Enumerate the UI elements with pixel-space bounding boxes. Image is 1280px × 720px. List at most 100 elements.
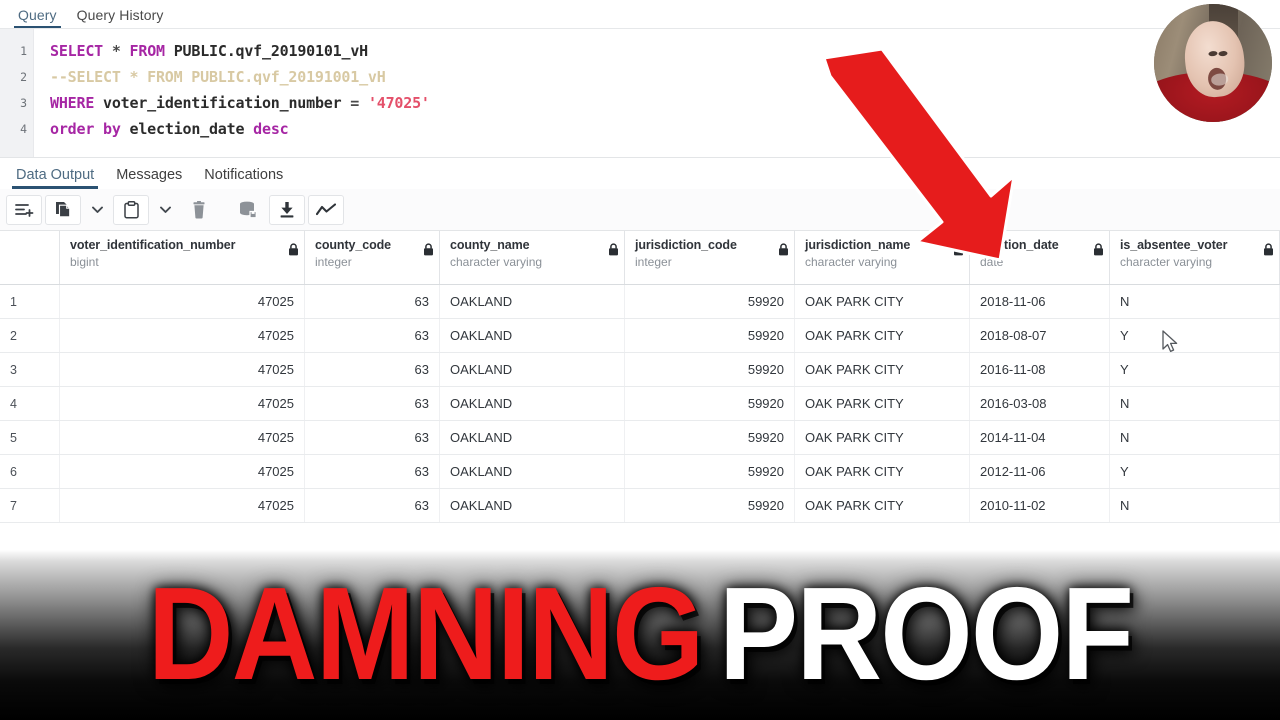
cell-county_name[interactable]: OAKLAND: [440, 455, 625, 488]
cell-voter_identification_number[interactable]: 47025: [60, 455, 305, 488]
cell-election_date[interactable]: 2016-03-08: [970, 387, 1110, 420]
column-name: county_code: [315, 238, 391, 252]
tab-query[interactable]: Query: [12, 5, 71, 28]
cell-jurisdiction_code[interactable]: 59920: [625, 455, 795, 488]
cell-jurisdiction_name[interactable]: OAK PARK CITY: [795, 455, 970, 488]
cell-jurisdiction_code[interactable]: 59920: [625, 489, 795, 522]
column-name: is_absentee_voter: [1120, 238, 1228, 252]
cell-voter_identification_number[interactable]: 47025: [60, 319, 305, 352]
row-number: 5: [0, 421, 60, 454]
cell-jurisdiction_code[interactable]: 59920: [625, 353, 795, 386]
cell-county_name[interactable]: OAKLAND: [440, 285, 625, 318]
sql-line: WHERE voter_identification_number = '470…: [50, 90, 1280, 116]
cell-jurisdiction_code[interactable]: 59920: [625, 285, 795, 318]
table-row[interactable]: 7 47025 63 OAKLAND 59920 OAK PARK CITY 2010-11…: [0, 489, 1280, 523]
cell-election_date[interactable]: 2010-11-02: [970, 489, 1110, 522]
cell-voter_identification_number[interactable]: 47025: [60, 489, 305, 522]
cell-is_absentee_voter[interactable]: N: [1110, 387, 1280, 420]
cell-is_absentee_voter[interactable]: N: [1110, 285, 1280, 318]
sql-token: election_date: [129, 120, 245, 138]
table-row[interactable]: 1 47025 63 OAKLAND 59920 OAK PARK CITY 2018-11…: [0, 285, 1280, 319]
cell-election_date[interactable]: 2018-08-07: [970, 319, 1110, 352]
column-name: jurisdiction_code: [635, 238, 737, 252]
copy-chevron-icon[interactable]: [84, 195, 110, 225]
cell-voter_identification_number[interactable]: 47025: [60, 285, 305, 318]
grid-header-cell-county_name[interactable]: county_name character varying: [440, 231, 625, 284]
cell-jurisdiction_code[interactable]: 59920: [625, 421, 795, 454]
banner-word-damning: DAMNING: [147, 560, 705, 707]
banner-word-proof: PROOF: [718, 560, 1134, 707]
cell-county_code[interactable]: 63: [305, 319, 440, 352]
cell-jurisdiction_code[interactable]: 59920: [625, 387, 795, 420]
cell-county_code[interactable]: 63: [305, 387, 440, 420]
cell-voter_identification_number[interactable]: 47025: [60, 421, 305, 454]
sql-line: --SELECT * FROM PUBLIC.qvf_20191001_vH: [50, 64, 1280, 90]
download-icon[interactable]: [269, 194, 305, 225]
result-grid[interactable]: voter_identification_number bigint county_…: [0, 231, 1280, 523]
table-row[interactable]: 3 47025 63 OAKLAND 59920 OAK PARK CITY 2016-11…: [0, 353, 1280, 387]
tab-messages[interactable]: Messages: [110, 164, 198, 189]
copy-icon[interactable]: [45, 194, 81, 225]
cell-jurisdiction_name[interactable]: OAK PARK CITY: [795, 353, 970, 386]
cell-is_absentee_voter[interactable]: N: [1110, 421, 1280, 454]
save-data-icon[interactable]: [230, 195, 266, 225]
tab-query-history[interactable]: Query History: [71, 5, 178, 28]
tab-data-output[interactable]: Data Output: [10, 164, 110, 189]
row-number: 4: [0, 387, 60, 420]
grid-header-cell-county_code[interactable]: county_codeinteger: [305, 231, 440, 284]
paste-icon[interactable]: [113, 194, 149, 225]
cell-is_absentee_voter[interactable]: N: [1110, 489, 1280, 522]
cell-is_absentee_voter[interactable]: Y: [1110, 455, 1280, 488]
cell-election_date[interactable]: 2018-11-06: [970, 285, 1110, 318]
cell-county_code[interactable]: 63: [305, 489, 440, 522]
tab-notifications[interactable]: Notifications: [198, 164, 299, 189]
grid-header-cell-jurisdiction_code[interactable]: jurisdiction_codeinteger: [625, 231, 795, 284]
sql-code-area[interactable]: SELECT * FROM PUBLIC.qvf_20190101_vH --SE…: [34, 29, 1280, 157]
cell-jurisdiction_name[interactable]: OAK PARK CITY: [795, 319, 970, 352]
row-number: 6: [0, 455, 60, 488]
column-type: integer: [635, 255, 672, 269]
graph-icon[interactable]: [308, 194, 344, 225]
cell-county_name[interactable]: OAKLAND: [440, 421, 625, 454]
cell-election_date[interactable]: 2016-11-08: [970, 353, 1110, 386]
sql-token: order by: [50, 120, 121, 138]
cell-jurisdiction_name[interactable]: OAK PARK CITY: [795, 489, 970, 522]
cell-county_name[interactable]: OAKLAND: [440, 319, 625, 352]
cell-jurisdiction_code[interactable]: 59920: [625, 319, 795, 352]
sql-editor[interactable]: 1 2 3 4 SELECT * FROM PUBLIC.qvf_2019010…: [0, 29, 1280, 157]
cell-voter_identification_number[interactable]: 47025: [60, 353, 305, 386]
delete-icon[interactable]: [181, 195, 217, 225]
add-row-icon[interactable]: [6, 194, 42, 225]
cell-county_name[interactable]: OAKLAND: [440, 387, 625, 420]
cell-is_absentee_voter[interactable]: Y: [1110, 353, 1280, 386]
cell-jurisdiction_name[interactable]: OAK PARK CITY: [795, 387, 970, 420]
sql-line: SELECT * FROM PUBLIC.qvf_20190101_vH: [50, 38, 1280, 64]
cell-county_code[interactable]: 63: [305, 455, 440, 488]
cell-county_code[interactable]: 63: [305, 353, 440, 386]
cell-county_name[interactable]: OAKLAND: [440, 353, 625, 386]
grid-header-cell-voter_identification_number[interactable]: voter_identification_number bigint: [60, 231, 305, 284]
paste-chevron-icon[interactable]: [152, 195, 178, 225]
cell-jurisdiction_name[interactable]: OAK PARK CITY: [795, 421, 970, 454]
cell-county_code[interactable]: 63: [305, 285, 440, 318]
cell-voter_identification_number[interactable]: 47025: [60, 387, 305, 420]
grid-body[interactable]: 1 47025 63 OAKLAND 59920 OAK PARK CITY 2018-11…: [0, 285, 1280, 523]
table-row[interactable]: 2 47025 63 OAKLAND 59920 OAK PARK CITY 2018-08…: [0, 319, 1280, 353]
cell-county_code[interactable]: 63: [305, 421, 440, 454]
table-row[interactable]: 6 47025 63 OAKLAND 59920 OAK PARK CITY 2012-11…: [0, 455, 1280, 489]
table-row[interactable]: 5 47025 63 OAKLAND 59920 OAK PARK CITY 2014-11…: [0, 421, 1280, 455]
column-type: character varying: [450, 255, 543, 269]
table-row[interactable]: 4 47025 63 OAKLAND 59920 OAK PARK CITY 2016-03…: [0, 387, 1280, 421]
cell-county_name[interactable]: OAKLAND: [440, 489, 625, 522]
cell-election_date[interactable]: 2012-11-06: [970, 455, 1110, 488]
column-type: integer: [315, 255, 352, 269]
grid-header-cell-is_absentee_voter[interactable]: is_absentee_voter character varying: [1110, 231, 1280, 284]
cell-is_absentee_voter[interactable]: Y: [1110, 319, 1280, 352]
cell-jurisdiction_name[interactable]: OAK PARK CITY: [795, 285, 970, 318]
tab-query-history-label: Query History: [76, 7, 164, 23]
cell-election_date[interactable]: 2014-11-04: [970, 421, 1110, 454]
